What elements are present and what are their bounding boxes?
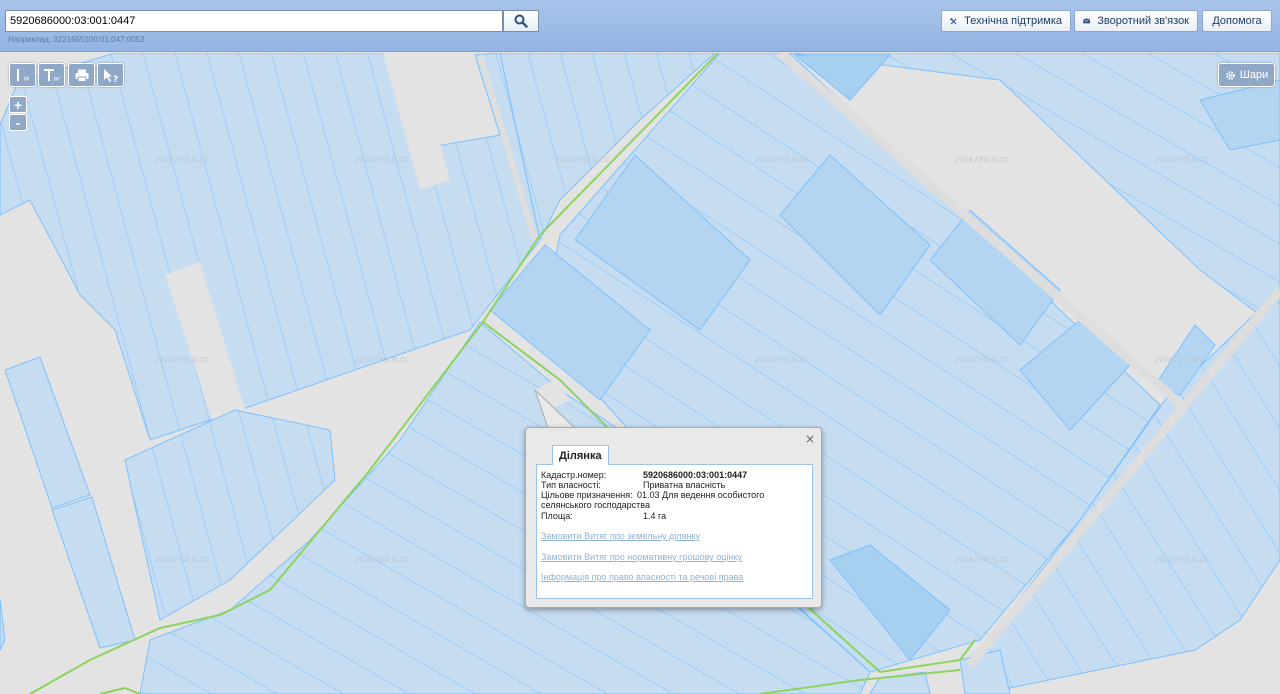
watermark: 2018 ГЕО.SLCC xyxy=(1155,356,1209,364)
field-purpose-continued: селянського господарства xyxy=(541,500,650,510)
identify-button[interactable]: ? xyxy=(97,63,124,87)
zoom-out-button[interactable]: - xyxy=(9,114,27,131)
watermark: 2018 ГЕО.SLCC xyxy=(355,356,409,364)
parcel-info-popup: × Ділянка Кадастр.номер: 5920686000:03:00… xyxy=(525,427,822,608)
field-label: Кадастр.номер: xyxy=(541,470,607,480)
search-icon xyxy=(514,14,528,28)
watermark: 2018 ГЕО.SLCC xyxy=(755,156,809,164)
tech-support-label: Технічна підтримка xyxy=(964,15,1062,27)
zoom-in-button[interactable]: + xyxy=(9,96,27,113)
layers-label: Шари xyxy=(1239,69,1269,81)
field-value: 5920686000:03:001:0447 xyxy=(643,470,748,480)
help-button[interactable]: Допомога xyxy=(1202,10,1272,32)
watermark: 2018 ГЕО.SLCC xyxy=(955,156,1009,164)
tab-parcel[interactable]: Ділянка xyxy=(552,445,609,465)
measure-area-button[interactable]: М² xyxy=(38,63,65,87)
watermark: 2018 ГЕО.SLCC xyxy=(155,356,209,364)
printer-icon xyxy=(75,69,88,82)
order-valuation-extract-link[interactable]: Замовити Витяг про нормативну грошову оц… xyxy=(541,552,742,562)
ruler-icon: М xyxy=(16,69,29,83)
print-button[interactable] xyxy=(68,63,95,87)
feedback-button[interactable]: Зворотний зв'язок xyxy=(1074,10,1198,32)
tech-support-button[interactable]: Технічна підтримка xyxy=(941,10,1071,32)
close-icon[interactable]: × xyxy=(805,432,815,446)
svg-text:?: ? xyxy=(113,75,118,83)
field-value: 1.4 га xyxy=(643,511,667,521)
svg-text:М: М xyxy=(24,76,29,83)
watermark: 2018 ГЕО.SLCC xyxy=(355,556,409,564)
help-label: Допомога xyxy=(1212,15,1262,27)
field-purpose: Цільове призначення: 01.03 Для ведення ос… xyxy=(541,490,764,500)
tools-icon xyxy=(950,17,957,24)
watermark: 2018 ГЕО.SLCC xyxy=(955,556,1009,564)
measure-distance-button[interactable]: М xyxy=(9,63,36,87)
watermark: 2018 ГЕО.SLCC xyxy=(555,156,609,164)
top-toolbar: Наприклад: 3221655100:01:047:0052 Техніч… xyxy=(0,0,1280,52)
watermark: 2018 ГЕО.SLCC xyxy=(355,156,409,164)
field-label: Площа: xyxy=(541,511,573,521)
field-value: 01.03 Для ведення особистого xyxy=(637,490,765,500)
parcel-info-panel: Кадастр.номер: 5920686000:03:001:0447 Тип… xyxy=(536,464,813,599)
search-example-hint: Наприклад: 3221655100:01:047:0052 xyxy=(8,35,145,44)
cadastral-search-input[interactable] xyxy=(5,10,503,32)
watermark: 2018 ГЕО.SLCC xyxy=(155,556,209,564)
field-label: Тип власності: xyxy=(541,480,601,490)
gear-icon xyxy=(1225,70,1235,80)
field-value: Приватна власність xyxy=(643,480,726,490)
field-ownership-type: Тип власності: Приватна власність xyxy=(541,480,725,490)
watermark: 2018 ГЕО.SLCC xyxy=(1155,556,1209,564)
feedback-label: Зворотний зв'язок xyxy=(1097,15,1189,27)
cursor-question-icon: ? xyxy=(103,68,118,83)
watermark: 2018 ГЕО.SLCC xyxy=(155,156,209,164)
field-area: Площа: 1.4 га xyxy=(541,511,666,521)
field-cadastral-number: Кадастр.номер: 5920686000:03:001:0447 xyxy=(541,470,747,480)
search-button[interactable] xyxy=(503,10,539,32)
ownership-info-link[interactable]: Інформація про право власності та речові… xyxy=(541,572,743,582)
field-label: Цільове призначення: xyxy=(541,490,633,500)
order-parcel-extract-link[interactable]: Замовити Витяг про земельну ділянку xyxy=(541,531,700,541)
envelope-icon xyxy=(1083,18,1091,24)
watermark: 2018 ГЕО.SLCC xyxy=(755,356,809,364)
layers-button[interactable]: Шари xyxy=(1218,63,1275,87)
watermark: 2018 ГЕО.SLCC xyxy=(1155,156,1209,164)
watermark: 2018 ГЕО.SLCC xyxy=(955,356,1009,364)
area-ruler-icon: М² xyxy=(43,69,60,83)
svg-text:М²: М² xyxy=(54,77,60,83)
